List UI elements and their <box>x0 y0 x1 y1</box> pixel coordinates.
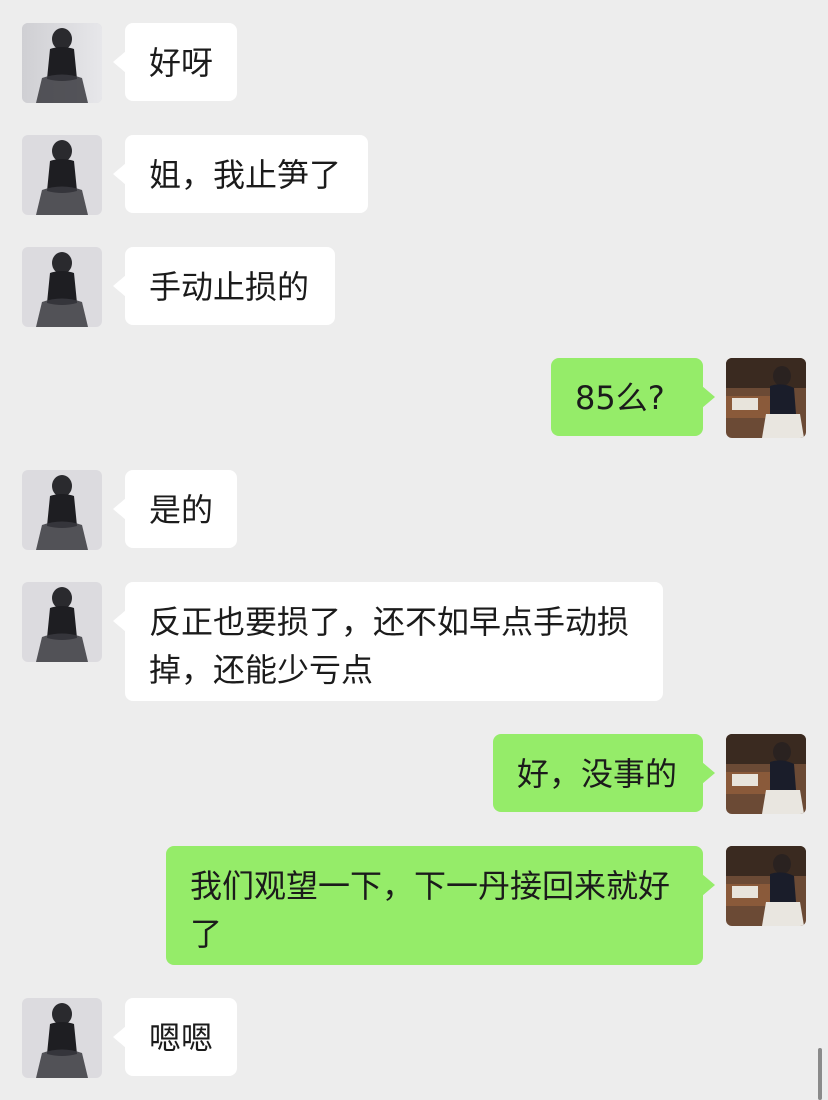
message-text: 是的 <box>149 491 214 529</box>
message-text: 85么? <box>575 379 665 417</box>
message-row: 姐，我止笋了 <box>0 135 828 215</box>
chat-message-list[interactable]: 好呀 姐，我止笋了 手动止损的 85么? 是的 反正也要损了，还不如早点手动损掉… <box>0 0 828 1100</box>
message-text: 手动止损的 <box>149 268 310 306</box>
message-row: 是的 <box>0 470 828 550</box>
message-text: 嗯嗯 <box>149 1019 214 1057</box>
contact-avatar-image <box>22 135 102 215</box>
message-bubble[interactable]: 好，没事的 <box>493 734 715 812</box>
message-bubble[interactable]: 我们观望一下，下一丹接回来就好了 <box>166 846 715 965</box>
self-avatar[interactable] <box>726 734 806 814</box>
message-row: 好，没事的 <box>0 734 828 814</box>
contact-avatar[interactable] <box>22 582 102 662</box>
message-text: 我们观望一下，下一丹接回来就好了 <box>190 867 671 953</box>
message-text: 好，没事的 <box>517 755 678 793</box>
message-bubble[interactable]: 85么? <box>551 358 715 436</box>
message-row: 好呀 <box>0 23 828 103</box>
message-row: 我们观望一下，下一丹接回来就好了 <box>0 846 828 966</box>
message-bubble[interactable]: 反正也要损了，还不如早点手动损掉，还能少亏点 <box>113 582 663 701</box>
self-avatar[interactable] <box>726 358 806 438</box>
self-avatar-image <box>726 358 806 438</box>
self-avatar-image <box>726 734 806 814</box>
contact-avatar-image <box>22 470 102 550</box>
message-row: 嗯嗯 <box>0 998 828 1078</box>
message-row: 手动止损的 <box>0 247 828 327</box>
contact-avatar[interactable] <box>22 135 102 215</box>
contact-avatar-image <box>22 247 102 327</box>
self-avatar-image <box>726 846 806 926</box>
message-bubble[interactable]: 手动止损的 <box>113 247 335 325</box>
contact-avatar-image <box>22 998 102 1078</box>
contact-avatar[interactable] <box>22 247 102 327</box>
contact-avatar[interactable] <box>22 998 102 1078</box>
message-text: 好呀 <box>149 44 214 82</box>
message-text: 姐，我止笋了 <box>149 156 342 194</box>
message-row: 85么? <box>0 358 828 438</box>
contact-avatar[interactable] <box>22 23 102 103</box>
message-bubble[interactable]: 嗯嗯 <box>113 998 237 1076</box>
scrollbar[interactable] <box>818 1048 822 1100</box>
contact-avatar[interactable] <box>22 470 102 550</box>
message-bubble[interactable]: 是的 <box>113 470 237 548</box>
contact-avatar-image <box>22 23 102 103</box>
message-bubble[interactable]: 姐，我止笋了 <box>113 135 368 213</box>
contact-avatar-image <box>22 582 102 662</box>
message-row: 反正也要损了，还不如早点手动损掉，还能少亏点 <box>0 582 828 702</box>
message-bubble[interactable]: 好呀 <box>113 23 237 101</box>
self-avatar[interactable] <box>726 846 806 926</box>
message-text: 反正也要损了，还不如早点手动损掉，还能少亏点 <box>149 603 630 689</box>
